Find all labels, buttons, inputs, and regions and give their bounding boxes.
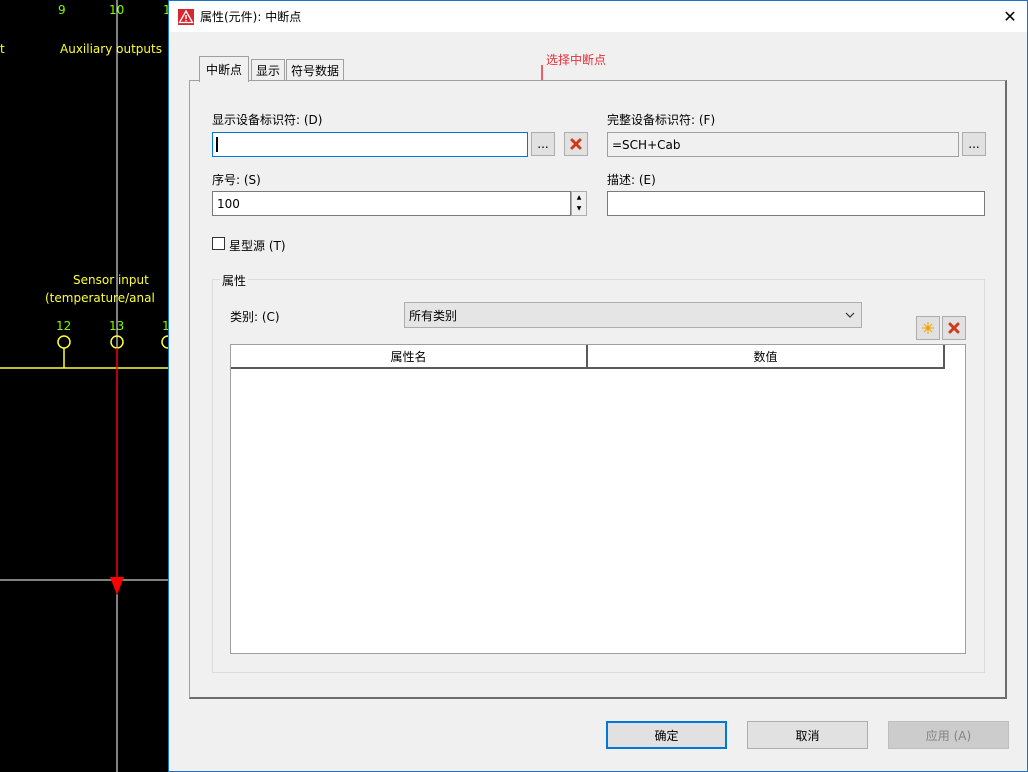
sensor-input-label: Sensor input bbox=[73, 273, 149, 287]
full-id-field: =SCH+Cab bbox=[607, 132, 959, 157]
clear-button[interactable] bbox=[564, 132, 588, 156]
tab-label: 中断点 bbox=[205, 63, 242, 77]
star-source-checkbox[interactable] bbox=[212, 237, 225, 250]
tab-label: 显示 bbox=[255, 64, 280, 78]
full-id-browse-button[interactable]: ... bbox=[962, 132, 986, 156]
cancel-button[interactable]: 取消 bbox=[747, 721, 868, 749]
column-header-value[interactable]: 数值 bbox=[588, 345, 945, 369]
display-id-label: 显示设备标识符: (D) bbox=[212, 113, 323, 127]
category-label: 类别: (C) bbox=[230, 310, 280, 324]
description-label: 描述: (E) bbox=[607, 173, 656, 187]
sensor-input-sublabel: (temperature/anal bbox=[45, 291, 155, 305]
group-title: 属性 bbox=[220, 272, 249, 289]
full-id-label: 完整设备标识符: (F) bbox=[607, 113, 716, 127]
close-button[interactable]: ✕ bbox=[993, 1, 1027, 32]
display-id-input[interactable] bbox=[212, 132, 528, 157]
warning-icon bbox=[178, 8, 194, 25]
window-title: 属性(元件): 中断点 bbox=[200, 10, 302, 24]
delete-property-button[interactable] bbox=[942, 316, 966, 340]
cad-canvas[interactable]: 9 10 1 t Auxiliary outputs Sensor input … bbox=[0, 0, 168, 772]
properties-group: 属性 类别: (C) 所有类别 属性名 数值 bbox=[212, 272, 985, 673]
annotation-text: 选择中断点 bbox=[546, 53, 607, 67]
apply-button[interactable]: 应用 (A) bbox=[888, 721, 1009, 749]
text-cursor bbox=[216, 137, 218, 152]
description-input[interactable] bbox=[607, 191, 985, 216]
cad-drawing bbox=[0, 0, 168, 772]
spin-down-icon[interactable]: ▼ bbox=[572, 203, 586, 214]
close-icon: ✕ bbox=[1003, 7, 1017, 26]
terminal-number: 10 bbox=[109, 3, 125, 17]
delete-x-icon bbox=[948, 322, 960, 334]
sparkle-icon bbox=[922, 322, 934, 334]
tab-symbol-data[interactable]: 符号数据 bbox=[286, 59, 344, 81]
column-header-property-name[interactable]: 属性名 bbox=[231, 345, 588, 369]
properties-table[interactable]: 属性名 数值 bbox=[230, 344, 966, 654]
tab-panel: 显示设备标识符: (D) ... 完整设备标识符: (F) =SCH+Cab .… bbox=[189, 80, 1007, 699]
cad-label-t: t bbox=[0, 42, 5, 56]
sequence-spinner[interactable]: ▲ ▼ bbox=[571, 191, 587, 216]
tab-breakpoint[interactable]: 中断点 bbox=[199, 56, 249, 82]
delete-x-icon bbox=[570, 138, 582, 150]
new-property-button[interactable] bbox=[916, 316, 940, 340]
sequence-input[interactable]: 100 bbox=[212, 191, 571, 216]
display-id-browse-button[interactable]: ... bbox=[531, 132, 555, 156]
tab-display[interactable]: 显示 bbox=[251, 59, 285, 81]
tab-label: 符号数据 bbox=[290, 64, 339, 78]
category-select[interactable]: 所有类别 bbox=[404, 302, 862, 328]
terminal-number: 13 bbox=[109, 319, 125, 333]
sequence-label: 序号: (S) bbox=[212, 173, 261, 187]
star-source-label[interactable]: 星型源 (T) bbox=[229, 237, 286, 254]
terminal-number: 12 bbox=[56, 319, 72, 333]
terminal-number: 9 bbox=[58, 3, 66, 17]
properties-dialog: 属性(元件): 中断点 ✕ 中断点 显示 符号数据 选择中断点 显示设备标识符:… bbox=[168, 0, 1028, 772]
ok-button[interactable]: 确定 bbox=[606, 721, 727, 749]
spin-up-icon[interactable]: ▲ bbox=[572, 192, 586, 203]
chevron-down-icon bbox=[845, 312, 855, 318]
auxiliary-outputs-label: Auxiliary outputs bbox=[60, 42, 162, 56]
title-bar[interactable]: 属性(元件): 中断点 ✕ bbox=[169, 1, 1027, 32]
